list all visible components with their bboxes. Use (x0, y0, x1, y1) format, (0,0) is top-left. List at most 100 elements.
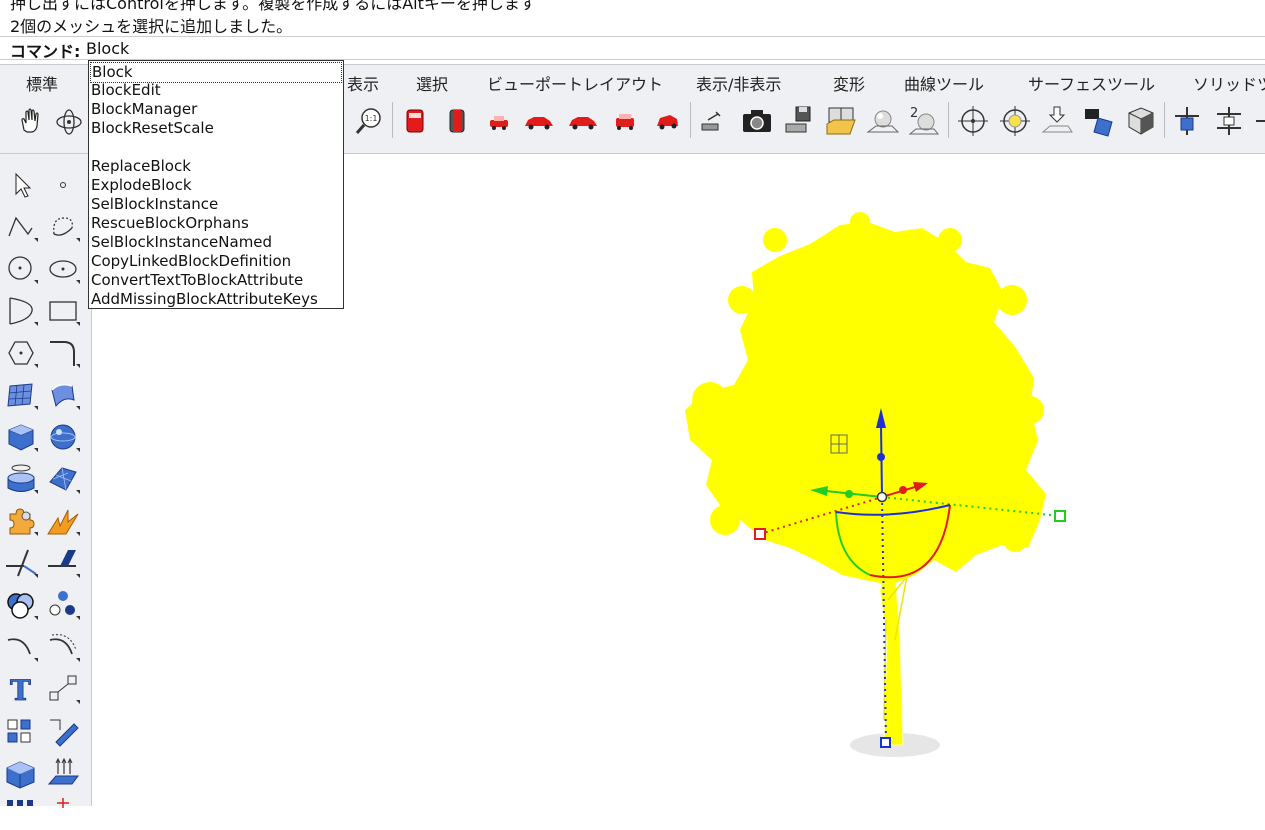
gumball-align-icon[interactable] (1170, 104, 1204, 138)
command-label: コマンド: (10, 42, 81, 61)
curve-offset-icon[interactable] (4, 630, 38, 664)
toolbar-separator (392, 102, 393, 138)
history-line-1: 押し出すにはControlを押します。複製を作成するにはAltキーを押します (10, 0, 536, 13)
z-scale-handle[interactable] (880, 737, 891, 748)
left-toolbar: T (0, 154, 92, 808)
car-red-perspective-icon[interactable] (650, 104, 684, 138)
camera-photo-icon[interactable] (1082, 104, 1116, 138)
fillet-icon[interactable] (46, 336, 80, 370)
curve-icon[interactable] (46, 210, 80, 244)
mesh-surface-icon[interactable] (46, 462, 80, 496)
polyline-icon[interactable] (4, 210, 38, 244)
viewport-layout-icon[interactable] (824, 104, 858, 138)
transform-icon[interactable] (46, 714, 80, 748)
y-scale-handle[interactable] (1054, 510, 1066, 522)
x-scale-handle[interactable] (754, 528, 766, 540)
target-snap-icon[interactable] (956, 104, 990, 138)
autocomplete-item[interactable]: RescueBlockOrphans (91, 214, 249, 233)
zoom-1to1-icon[interactable]: 1:1 (352, 104, 386, 138)
tab-select[interactable]: 選択 (416, 71, 448, 95)
ellipse-icon[interactable] (46, 252, 80, 286)
tab-solid-tools[interactable]: ソリッドツ (1193, 71, 1265, 95)
box-view-icon[interactable] (1124, 104, 1158, 138)
autocomplete-item[interactable]: BlockResetScale (91, 119, 214, 138)
z-move-dot[interactable] (877, 453, 885, 461)
camera-icon[interactable] (740, 104, 774, 138)
split-icon[interactable] (4, 546, 38, 580)
named-view-icon[interactable] (696, 104, 730, 138)
autocomplete-item[interactable]: CopyLinkedBlockDefinition (91, 252, 291, 271)
y-move-dot[interactable] (845, 490, 853, 498)
grid-icon[interactable] (4, 796, 38, 830)
autocomplete-item[interactable]: SelBlockInstanceNamed (91, 233, 272, 252)
circle-icon[interactable] (4, 252, 38, 286)
tab-display[interactable]: 表示 (347, 71, 379, 95)
surface-edge-icon[interactable] (46, 378, 80, 412)
target-yellow-icon[interactable] (998, 104, 1032, 138)
car-front-red-icon[interactable] (398, 104, 432, 138)
misc-icon[interactable] (46, 796, 80, 830)
x-move-dot[interactable] (899, 486, 907, 494)
command-input[interactable] (86, 37, 586, 59)
point-icon[interactable] (46, 168, 80, 202)
trim-icon[interactable] (46, 546, 80, 580)
svg-text:1:1: 1:1 (365, 114, 378, 123)
puzzle-icon[interactable] (4, 504, 38, 538)
autocomplete-item[interactable]: ReplaceBlock (91, 157, 191, 176)
arrows-up-icon[interactable] (46, 756, 80, 790)
car-front-dark-icon[interactable] (440, 104, 474, 138)
pan-hand-icon[interactable] (14, 104, 48, 138)
autocomplete-item[interactable]: BlockManager (91, 100, 197, 119)
boolean-icon[interactable] (4, 588, 38, 622)
select-arrow-icon[interactable] (4, 168, 38, 202)
array-icon[interactable] (4, 714, 38, 748)
arc-icon[interactable] (4, 294, 38, 328)
tab-standard[interactable]: 標準 (26, 71, 58, 95)
surface-patch-icon[interactable] (4, 378, 38, 412)
tab-transform[interactable]: 変形 (833, 71, 865, 95)
z-move-axis[interactable] (880, 424, 883, 498)
history-line-2: 2個のメッシュを選択に追加しました。 (10, 17, 293, 36)
autocomplete-item[interactable]: ExplodeBlock (91, 176, 192, 195)
car-small-red-icon[interactable] (482, 104, 516, 138)
tab-surface-tools[interactable]: サーフェスツール (1028, 71, 1155, 95)
car-red-rear-icon[interactable] (608, 104, 642, 138)
autocomplete-item[interactable]: SelBlockInstance (91, 195, 218, 214)
gumball-center[interactable] (876, 491, 888, 503)
toolbar-separator (690, 102, 691, 138)
command-history: 押し出すにはControlを押します。複製を作成するにはAltキーを押します 2… (0, 0, 1265, 36)
car-red-side-2-icon[interactable] (566, 104, 600, 138)
save-view-icon[interactable] (782, 104, 816, 138)
tab-viewport-layout[interactable]: ビューポートレイアウト (487, 71, 663, 95)
tab-curve-tools[interactable]: 曲線ツール (904, 71, 984, 95)
solid-sphere-icon[interactable] (46, 420, 80, 454)
svg-text:2: 2 (910, 106, 918, 121)
autocomplete-item[interactable]: ConvertTextToBlockAttribute (91, 271, 303, 290)
autocomplete-item[interactable]: AddMissingBlockAttributeKeys (91, 290, 318, 309)
explode-icon[interactable] (46, 504, 80, 538)
command-autocomplete-list: Block BlockEdit BlockManager BlockResetS… (88, 60, 344, 309)
toolbar-separator (948, 102, 949, 138)
autocomplete-item[interactable]: BlockEdit (91, 81, 161, 100)
gumball-align-2-icon[interactable] (1212, 104, 1246, 138)
polygon-icon[interactable] (4, 336, 38, 370)
tree-foliage (685, 212, 1046, 585)
solid-box-icon[interactable] (4, 420, 38, 454)
rectangle-icon[interactable] (46, 294, 80, 328)
tab-show-hide[interactable]: 表示/非表示 (696, 71, 781, 95)
cylinder-icon[interactable] (4, 462, 38, 496)
circles-icon[interactable] (46, 588, 80, 622)
sphere-render-icon[interactable] (866, 104, 900, 138)
box-3d-icon[interactable] (4, 756, 38, 790)
scale-icon[interactable] (46, 672, 80, 706)
car-red-side-icon[interactable] (522, 104, 556, 138)
curve-blend-icon[interactable] (46, 630, 80, 664)
autocomplete-item-selected[interactable]: Block (90, 62, 342, 83)
sphere-2-icon[interactable]: 2 (906, 104, 940, 138)
text-icon[interactable]: T (4, 672, 38, 706)
arrow-down-plane-icon[interactable] (1040, 104, 1074, 138)
svg-text:T: T (10, 674, 31, 706)
rotate-view-icon[interactable] (52, 104, 86, 138)
command-bar: コマンド: (0, 36, 1265, 61)
more-tools-icon[interactable] (1252, 104, 1265, 138)
